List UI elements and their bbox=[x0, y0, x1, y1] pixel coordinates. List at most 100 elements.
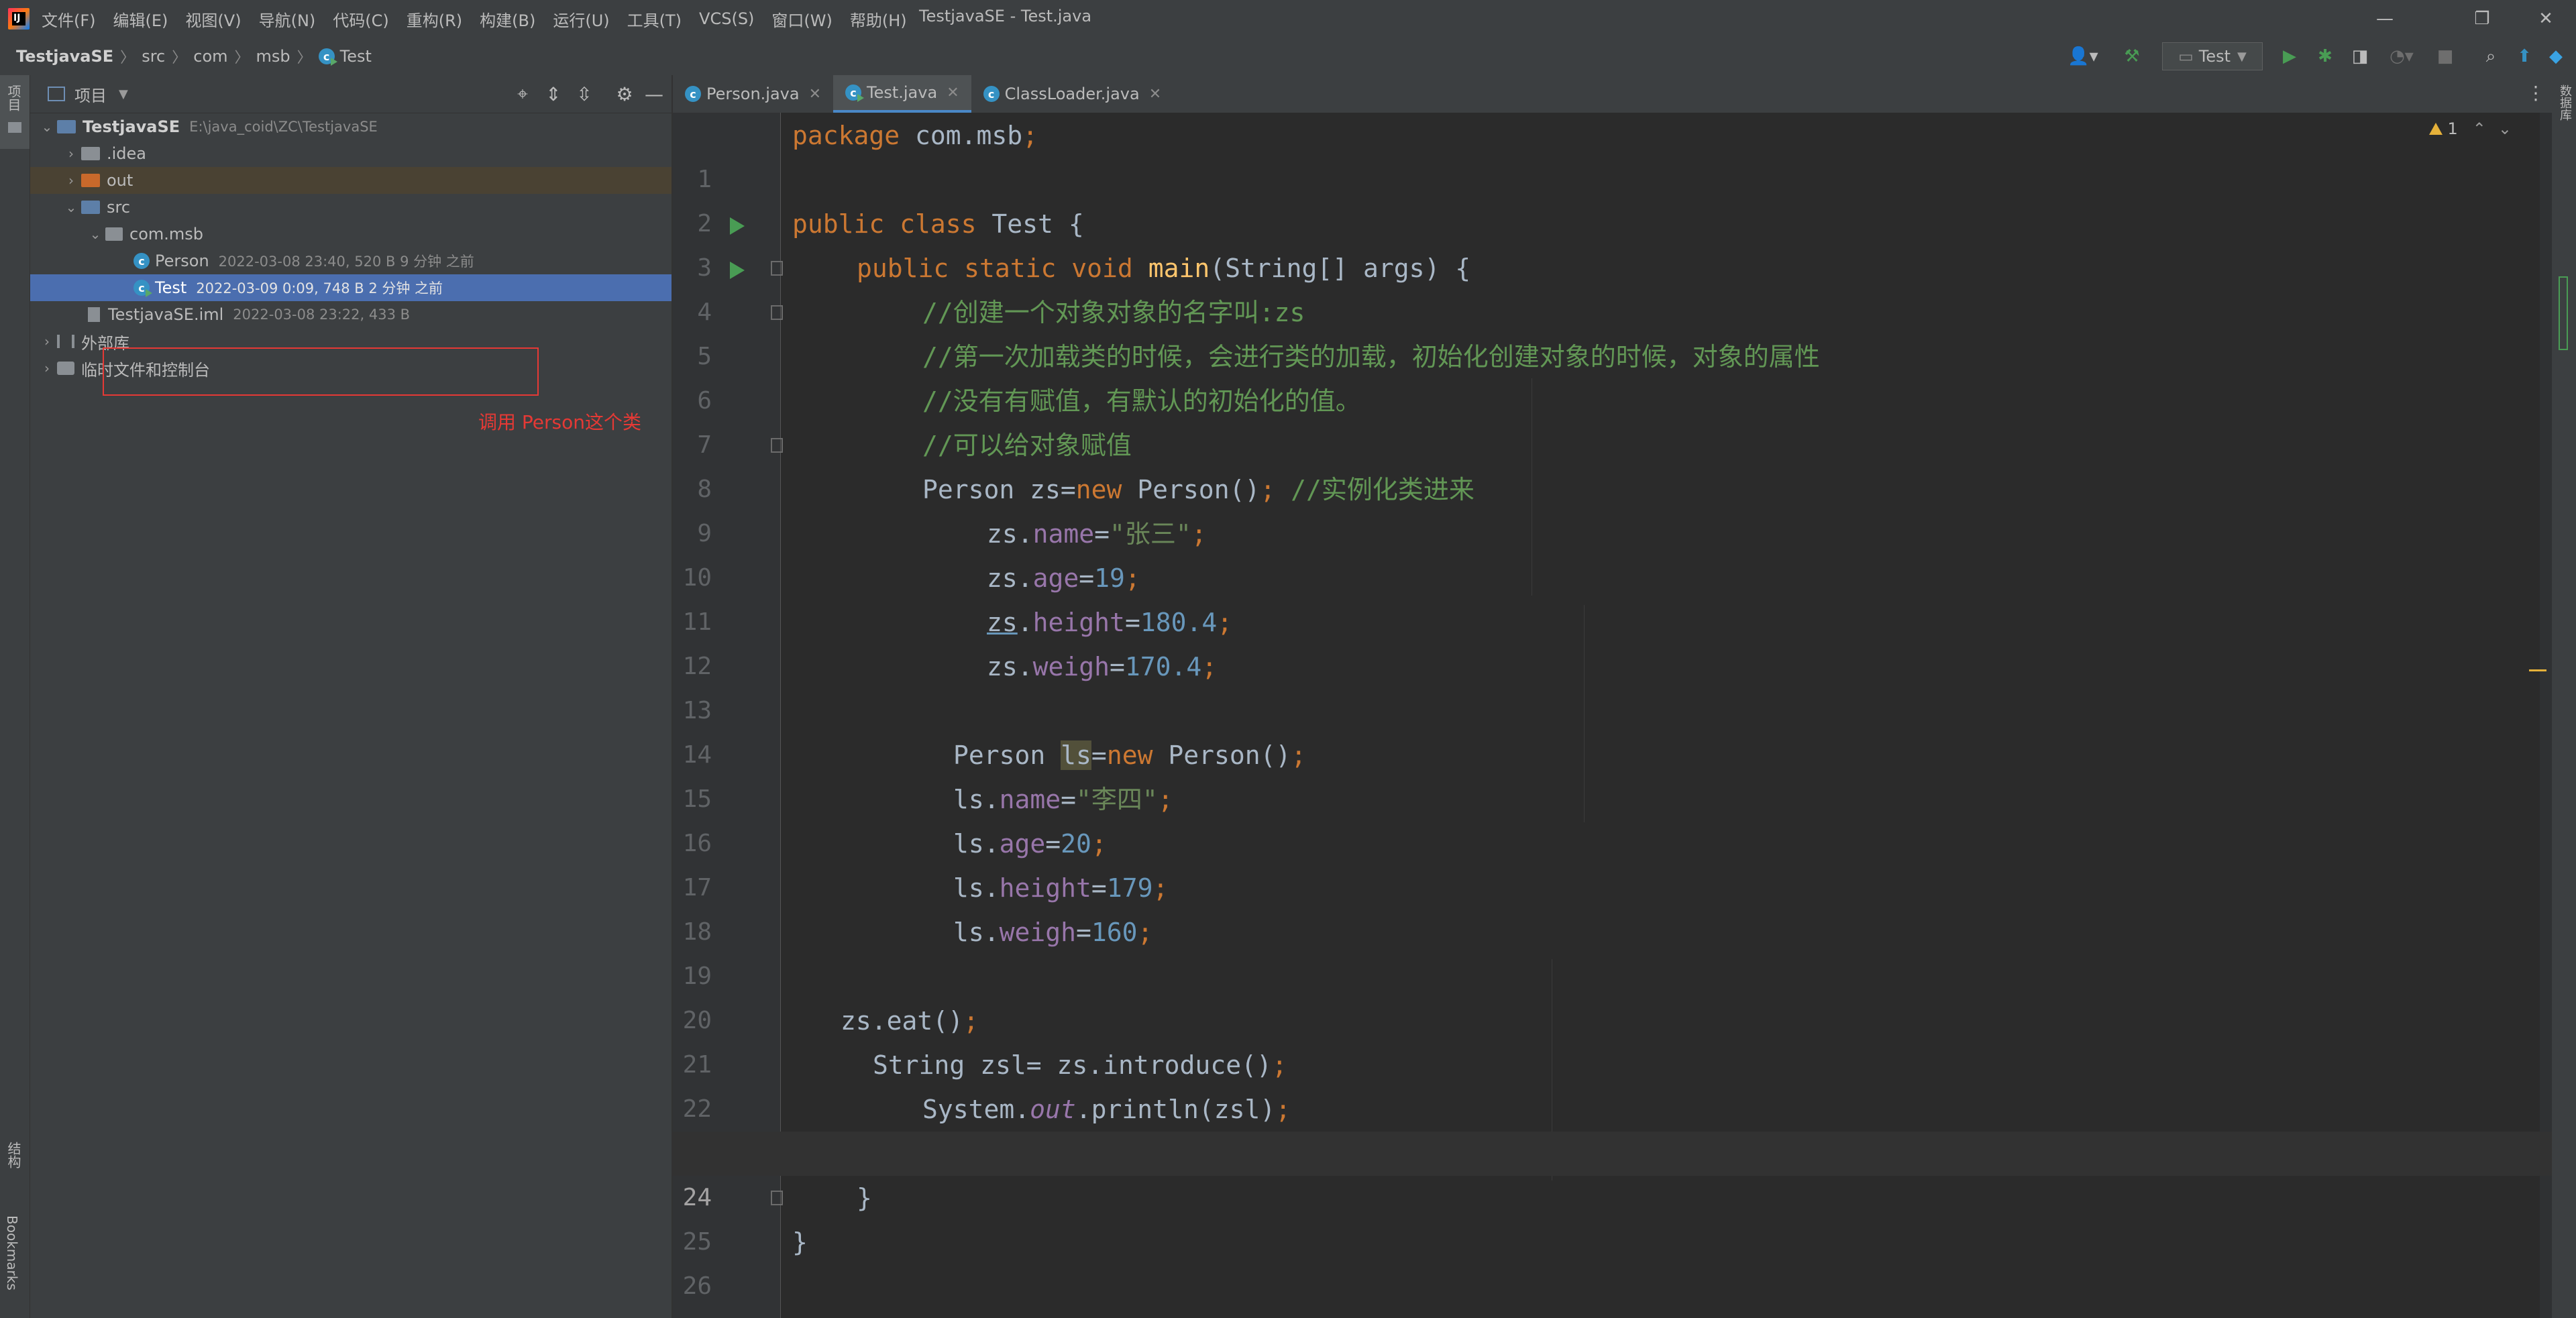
stop-icon[interactable]: ■ bbox=[2428, 38, 2462, 75]
close-icon[interactable]: ✕ bbox=[947, 85, 959, 101]
fold-icon[interactable] bbox=[771, 438, 783, 453]
hammer-icon[interactable]: ⚒ bbox=[2113, 38, 2151, 75]
menu-tools[interactable]: 工具(T) bbox=[627, 7, 682, 31]
class-icon: c bbox=[133, 253, 150, 269]
run-icon[interactable]: ▶ bbox=[2271, 38, 2308, 75]
fold-icon[interactable] bbox=[771, 305, 783, 320]
project-tool-tab[interactable]: 项目 bbox=[4, 85, 23, 111]
project-panel-title[interactable]: 项目 bbox=[74, 83, 107, 106]
code-line: 16 ls.name="李四"; bbox=[673, 777, 2552, 857]
tree-item-out[interactable]: › out bbox=[30, 167, 672, 194]
code-line: 5 //创建一个对象对象的名字叫:zs bbox=[673, 290, 2552, 370]
menu-refactor[interactable]: 重构(R) bbox=[407, 7, 462, 31]
fold-icon[interactable] bbox=[771, 1191, 783, 1205]
tab-classloader-java[interactable]: c ClassLoader.java ✕ bbox=[971, 75, 1174, 113]
code-line: 8 //可以给对象赋值 bbox=[673, 423, 2552, 503]
debug-icon[interactable]: ✱ bbox=[2306, 38, 2344, 75]
code-token: zs.eat() bbox=[841, 1006, 964, 1036]
menu-vcs[interactable]: VCS(S) bbox=[699, 9, 754, 28]
breadcrumb-com[interactable]: com bbox=[193, 47, 227, 66]
code-token: ; bbox=[1260, 475, 1276, 504]
jetbrains-icon[interactable]: ◆ bbox=[2539, 38, 2573, 75]
tab-test-java[interactable]: c Test.java ✕ bbox=[833, 75, 971, 113]
menu-build[interactable]: 构建(B) bbox=[480, 7, 535, 31]
more-tabs-icon[interactable]: ⋮ bbox=[2526, 82, 2545, 104]
project-panel-header: 项目 ▼ ⌖ ⇕ ⇳ ⚙ — bbox=[30, 75, 672, 113]
code-line: 4 public static void main(String[] args)… bbox=[673, 246, 2552, 326]
breadcrumb-test[interactable]: Test bbox=[340, 47, 372, 66]
code-comment: //可以给对象赋值 bbox=[922, 431, 1132, 460]
search-icon[interactable]: ⌕ bbox=[2472, 38, 2510, 75]
code-token: Test { bbox=[976, 209, 1084, 239]
chevron-right-icon[interactable]: › bbox=[37, 333, 57, 349]
menu-view[interactable]: 视图(V) bbox=[185, 7, 241, 31]
restore-button[interactable]: ❐ bbox=[2445, 0, 2519, 38]
update-icon[interactable]: ⬆ bbox=[2506, 38, 2543, 75]
tree-item-iml[interactable]: TestjavaSE.iml 2022-03-08 23:22, 433 B bbox=[30, 301, 672, 328]
chevron-right-icon[interactable]: › bbox=[61, 146, 81, 162]
database-tool-tab[interactable]: 数据库 bbox=[2556, 85, 2573, 121]
user-icon[interactable]: 👤▾ bbox=[2063, 38, 2103, 75]
close-icon[interactable]: ✕ bbox=[809, 86, 821, 103]
tree-item-person[interactable]: c Person 2022-03-08 23:40, 520 B 9 分钟 之前 bbox=[30, 248, 672, 274]
code-line: 3 public class Test { bbox=[673, 202, 2552, 282]
package-icon bbox=[105, 227, 123, 241]
code-line: 19 ls.weigh=160; bbox=[673, 910, 2552, 990]
class-icon: c bbox=[983, 86, 1000, 102]
hide-panel-icon[interactable]: — bbox=[635, 75, 673, 113]
chevron-down-icon[interactable]: ⌄ bbox=[85, 226, 105, 242]
breadcrumb-src[interactable]: src bbox=[142, 47, 165, 66]
chevron-right-icon[interactable]: › bbox=[61, 172, 81, 188]
chevron-down-icon[interactable]: ⌄ bbox=[61, 199, 81, 215]
annotation-box bbox=[103, 347, 539, 396]
code-token: . bbox=[1017, 608, 1033, 637]
tree-item-test[interactable]: c Test 2022-03-09 0:09, 748 B 2 分钟 之前 bbox=[30, 274, 672, 301]
tree-item-package[interactable]: ⌄ com.msb bbox=[30, 221, 672, 248]
code-token: "张三" bbox=[1110, 519, 1191, 549]
menu-code[interactable]: 代码(C) bbox=[333, 7, 388, 31]
code-token: ; bbox=[963, 1006, 979, 1036]
code-comment: //实例化类进来 bbox=[1275, 475, 1474, 504]
minimize-button[interactable]: — bbox=[2348, 0, 2422, 38]
structure-tool-tab[interactable]: 结构 bbox=[4, 1142, 23, 1168]
breadcrumb-msb[interactable]: msb bbox=[256, 47, 290, 66]
code-editor[interactable]: 1 ⌃ ⌄ 1 package com.msb; 2 3 public clas… bbox=[673, 113, 2552, 1318]
tree-item-idea[interactable]: › .idea bbox=[30, 140, 672, 167]
bookmarks-tool-tab[interactable]: Bookmarks bbox=[4, 1215, 20, 1290]
run-gutter-icon[interactable] bbox=[730, 262, 745, 279]
profile-icon[interactable]: ◔▾ bbox=[2378, 38, 2425, 75]
collapse-all-icon[interactable]: ⇳ bbox=[566, 75, 603, 113]
code-line: 12 zs.height=180.4; bbox=[673, 600, 2552, 680]
code-token: height bbox=[1032, 608, 1125, 637]
code-token: Person() bbox=[1122, 475, 1260, 504]
coverage-icon[interactable]: ◨ bbox=[2341, 38, 2379, 75]
run-gutter-icon[interactable] bbox=[730, 217, 745, 235]
chevron-down-icon[interactable]: ▼ bbox=[119, 87, 128, 101]
tab-person-java[interactable]: c Person.java ✕ bbox=[673, 75, 833, 113]
code-token: = bbox=[1110, 652, 1125, 681]
tree-item-src[interactable]: ⌄ src bbox=[30, 194, 672, 221]
menu-window[interactable]: 窗口(W) bbox=[771, 7, 832, 31]
excluded-folder-icon bbox=[81, 174, 100, 187]
menu-run[interactable]: 运行(U) bbox=[553, 7, 609, 31]
menu-help[interactable]: 帮助(H) bbox=[850, 7, 907, 31]
menu-file[interactable]: 文件(F) bbox=[42, 7, 96, 31]
menu-navigate[interactable]: 导航(N) bbox=[259, 7, 316, 31]
run-config-select[interactable]: ▭ Test ▼ bbox=[2161, 38, 2263, 75]
close-window-button[interactable]: ✕ bbox=[2509, 0, 2576, 38]
tree-item-meta: 2022-03-08 23:22, 433 B bbox=[233, 307, 411, 323]
chevron-down-icon[interactable]: ⌄ bbox=[37, 119, 57, 135]
breadcrumb-project[interactable]: TestjavaSE bbox=[16, 47, 113, 66]
close-icon[interactable]: ✕ bbox=[1149, 86, 1161, 103]
code-token: out bbox=[1030, 1095, 1076, 1124]
code-line: 2 bbox=[673, 158, 2552, 237]
code-token: 180.4 bbox=[1140, 608, 1218, 637]
chevron-right-icon[interactable]: › bbox=[37, 360, 57, 376]
window-title: TestjavaSE - Test.java bbox=[919, 7, 1092, 25]
code-line-current: 24 bbox=[673, 1132, 2552, 1211]
menu-edit[interactable]: 编辑(E) bbox=[113, 7, 168, 31]
tree-item-project-root[interactable]: ⌄ TestjavaSE E:\java_coid\ZC\TestjavaSE bbox=[30, 113, 672, 140]
code-line: 27 bbox=[673, 1264, 2552, 1318]
code-token: name bbox=[1032, 519, 1095, 549]
fold-icon[interactable] bbox=[771, 261, 783, 276]
